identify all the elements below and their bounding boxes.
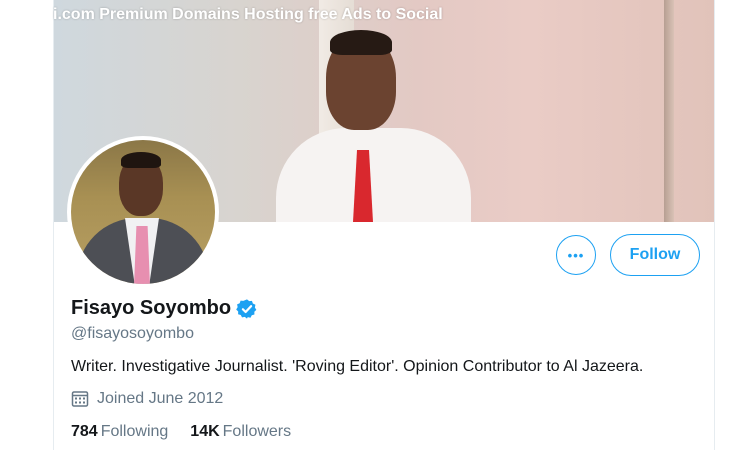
joined-date-text: Joined June 2012 xyxy=(97,390,224,407)
followers-label: Followers xyxy=(222,423,292,440)
following-link[interactable]: 784 Following xyxy=(71,423,168,441)
avatar-hair xyxy=(121,152,161,168)
banner-person-hair xyxy=(330,30,392,55)
watermark-text: i.com Premium Domains Hosting free Ads t… xyxy=(53,6,443,23)
follow-button[interactable]: Follow xyxy=(610,234,700,276)
avatar-tie xyxy=(134,226,150,284)
avatar-image xyxy=(71,140,215,284)
following-count: 784 xyxy=(71,423,98,440)
profile-name: Fisayo Soyombo xyxy=(71,297,232,319)
joined-date: Joined June 2012 xyxy=(71,390,223,408)
profile-handle: @fisayosoyombo xyxy=(71,325,194,342)
profile-name-row: Fisayo Soyombo xyxy=(71,297,258,320)
calendar-icon xyxy=(71,391,89,407)
more-options-button[interactable]: ••• xyxy=(556,235,596,275)
followers-link[interactable]: 14K Followers xyxy=(190,423,291,441)
banner-person-shirt xyxy=(276,128,471,222)
avatar[interactable] xyxy=(67,136,219,288)
profile-bio: Writer. Investigative Journalist. 'Rovin… xyxy=(71,358,644,375)
follow-button-label: Follow xyxy=(629,246,681,263)
profile-card: ••• Follow Fisayo Soyombo @fisayosoyombo… xyxy=(53,0,715,450)
verified-badge-icon xyxy=(236,298,257,319)
following-label: Following xyxy=(100,423,169,440)
followers-count: 14K xyxy=(190,423,220,440)
profile-stats: 784 Following 14K Followers xyxy=(71,423,313,441)
more-options-icon: ••• xyxy=(567,247,585,263)
banner-background-frame xyxy=(664,0,674,222)
